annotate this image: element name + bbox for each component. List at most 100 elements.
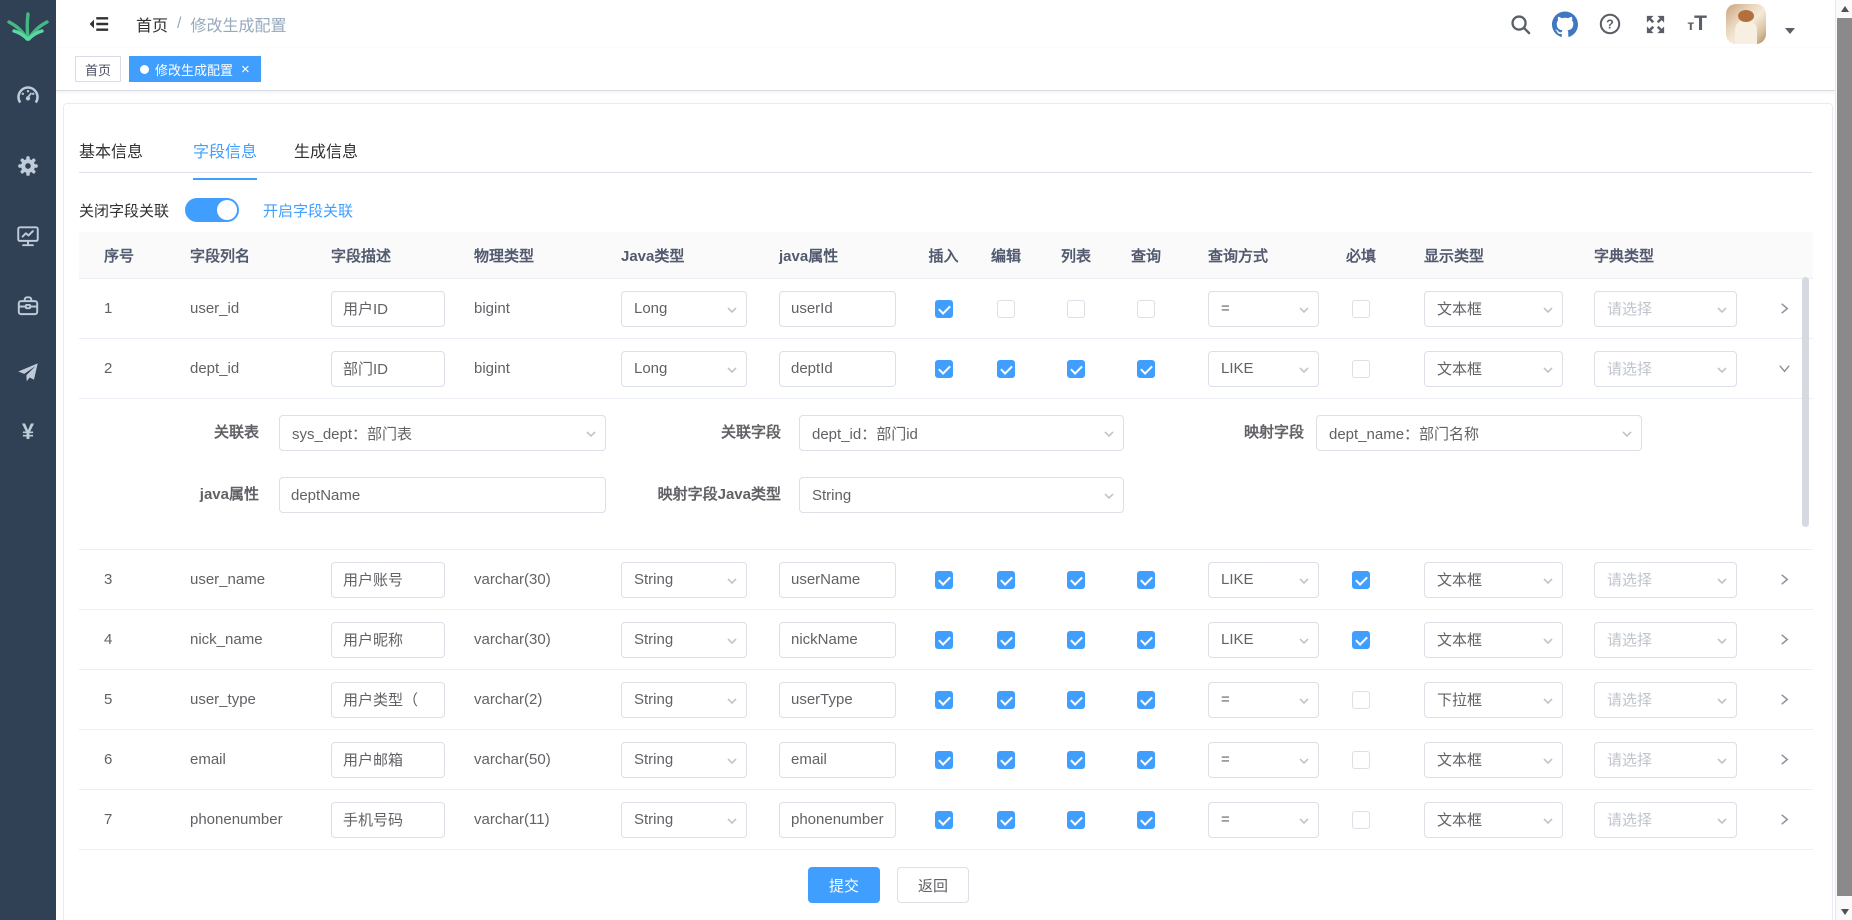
required-checkbox[interactable] <box>1352 751 1370 769</box>
query-type-select[interactable]: = <box>1208 742 1319 778</box>
dict-type-select[interactable]: 请选择 <box>1594 682 1737 718</box>
query-checkbox[interactable] <box>1137 571 1155 589</box>
list-checkbox[interactable] <box>1067 360 1085 378</box>
edit-checkbox[interactable] <box>997 811 1015 829</box>
java-type-select[interactable]: Long <box>621 351 747 387</box>
java-type-select[interactable]: String <box>621 682 747 718</box>
table-scrollbar-thumb[interactable] <box>1802 277 1809 527</box>
list-checkbox[interactable] <box>1067 571 1085 589</box>
query-type-select[interactable]: = <box>1208 682 1319 718</box>
insert-checkbox[interactable] <box>935 631 953 649</box>
close-icon[interactable]: × <box>241 62 250 77</box>
expand-row-icon[interactable] <box>1775 299 1795 319</box>
query-checkbox[interactable] <box>1137 300 1155 318</box>
fullscreen-icon[interactable] <box>1642 11 1668 37</box>
chevron-down-icon[interactable] <box>1785 28 1795 34</box>
list-checkbox[interactable] <box>1067 751 1085 769</box>
list-checkbox[interactable] <box>1067 691 1085 709</box>
field-description-input[interactable] <box>331 742 445 778</box>
relation-field-select[interactable]: dept_id：部门id <box>799 415 1124 451</box>
query-checkbox[interactable] <box>1137 811 1155 829</box>
java-field-input[interactable] <box>779 562 896 598</box>
edit-checkbox[interactable] <box>997 360 1015 378</box>
sidebar-item-system[interactable] <box>0 146 56 186</box>
dict-type-select[interactable]: 请选择 <box>1594 802 1737 838</box>
edit-checkbox[interactable] <box>997 751 1015 769</box>
java-field-input[interactable] <box>779 802 896 838</box>
insert-checkbox[interactable] <box>935 571 953 589</box>
mapping-java-type-select[interactable]: String <box>799 477 1124 513</box>
sidebar-fold-icon[interactable] <box>88 13 110 35</box>
tag-current[interactable]: 修改生成配置 × <box>129 56 261 82</box>
submit-button[interactable]: 提交 <box>808 867 880 903</box>
tab-basic-info[interactable]: 基本信息 <box>79 138 143 178</box>
query-type-select[interactable]: LIKE <box>1208 622 1319 658</box>
dict-type-select[interactable]: 请选择 <box>1594 562 1737 598</box>
dict-type-select[interactable]: 请选择 <box>1594 622 1737 658</box>
expand-row-icon[interactable] <box>1775 750 1795 770</box>
required-checkbox[interactable] <box>1352 360 1370 378</box>
required-checkbox[interactable] <box>1352 811 1370 829</box>
field-relation-toggle[interactable] <box>185 198 239 222</box>
query-type-select[interactable]: LIKE <box>1208 562 1319 598</box>
scroll-up-arrow[interactable] <box>1836 0 1852 17</box>
field-description-input[interactable] <box>331 802 445 838</box>
java-field-input[interactable] <box>779 682 896 718</box>
display-type-select[interactable]: 文本框 <box>1424 291 1563 327</box>
list-checkbox[interactable] <box>1067 300 1085 318</box>
search-icon[interactable] <box>1507 11 1533 37</box>
page-scrollbar[interactable] <box>1835 0 1852 920</box>
sidebar-item-tool[interactable] <box>0 286 56 326</box>
back-button[interactable]: 返回 <box>897 867 969 903</box>
mapping-field-select[interactable]: dept_name：部门名称 <box>1316 415 1642 451</box>
java-type-select[interactable]: String <box>621 742 747 778</box>
display-type-select[interactable]: 文本框 <box>1424 802 1563 838</box>
required-checkbox[interactable] <box>1352 691 1370 709</box>
field-description-input[interactable] <box>331 682 445 718</box>
query-type-select[interactable]: = <box>1208 802 1319 838</box>
edit-checkbox[interactable] <box>997 300 1015 318</box>
expand-row-icon[interactable] <box>1775 810 1795 830</box>
java-field-input[interactable] <box>779 351 896 387</box>
display-type-select[interactable]: 文本框 <box>1424 351 1563 387</box>
edit-checkbox[interactable] <box>997 631 1015 649</box>
insert-checkbox[interactable] <box>935 360 953 378</box>
sidebar-item-pay[interactable]: ¥ <box>0 412 56 452</box>
query-type-select[interactable]: = <box>1208 291 1319 327</box>
query-checkbox[interactable] <box>1137 691 1155 709</box>
tag-home[interactable]: 首页 <box>75 56 121 82</box>
java-type-select[interactable]: String <box>621 562 747 598</box>
tab-gen-info[interactable]: 生成信息 <box>294 138 358 178</box>
display-type-select[interactable]: 文本框 <box>1424 742 1563 778</box>
expand-row-icon[interactable] <box>1775 630 1795 650</box>
display-type-select[interactable]: 下拉框 <box>1424 682 1563 718</box>
java-type-select[interactable]: String <box>621 622 747 658</box>
java-field-input[interactable] <box>779 291 896 327</box>
field-description-input[interactable] <box>331 622 445 658</box>
insert-checkbox[interactable] <box>935 300 953 318</box>
java-field-input[interactable] <box>779 742 896 778</box>
help-icon[interactable]: ? <box>1597 11 1623 37</box>
query-checkbox[interactable] <box>1137 631 1155 649</box>
list-checkbox[interactable] <box>1067 631 1085 649</box>
java-type-select[interactable]: String <box>621 802 747 838</box>
insert-checkbox[interactable] <box>935 751 953 769</box>
display-type-select[interactable]: 文本框 <box>1424 622 1563 658</box>
app-logo[interactable] <box>0 8 56 47</box>
field-description-input[interactable] <box>331 291 445 327</box>
expand-row-icon[interactable] <box>1775 570 1795 590</box>
edit-checkbox[interactable] <box>997 691 1015 709</box>
sidebar-item-monitor[interactable] <box>0 216 56 256</box>
required-checkbox[interactable] <box>1352 300 1370 318</box>
query-type-select[interactable]: LIKE <box>1208 351 1319 387</box>
scroll-down-arrow[interactable] <box>1836 903 1852 920</box>
required-checkbox[interactable] <box>1352 571 1370 589</box>
insert-checkbox[interactable] <box>935 811 953 829</box>
java-field-input[interactable] <box>779 622 896 658</box>
field-description-input[interactable] <box>331 562 445 598</box>
java-type-select[interactable]: Long <box>621 291 747 327</box>
sidebar-item-guide[interactable] <box>0 352 56 392</box>
expand-row-icon[interactable] <box>1775 359 1795 379</box>
query-checkbox[interactable] <box>1137 751 1155 769</box>
avatar[interactable] <box>1726 4 1766 44</box>
